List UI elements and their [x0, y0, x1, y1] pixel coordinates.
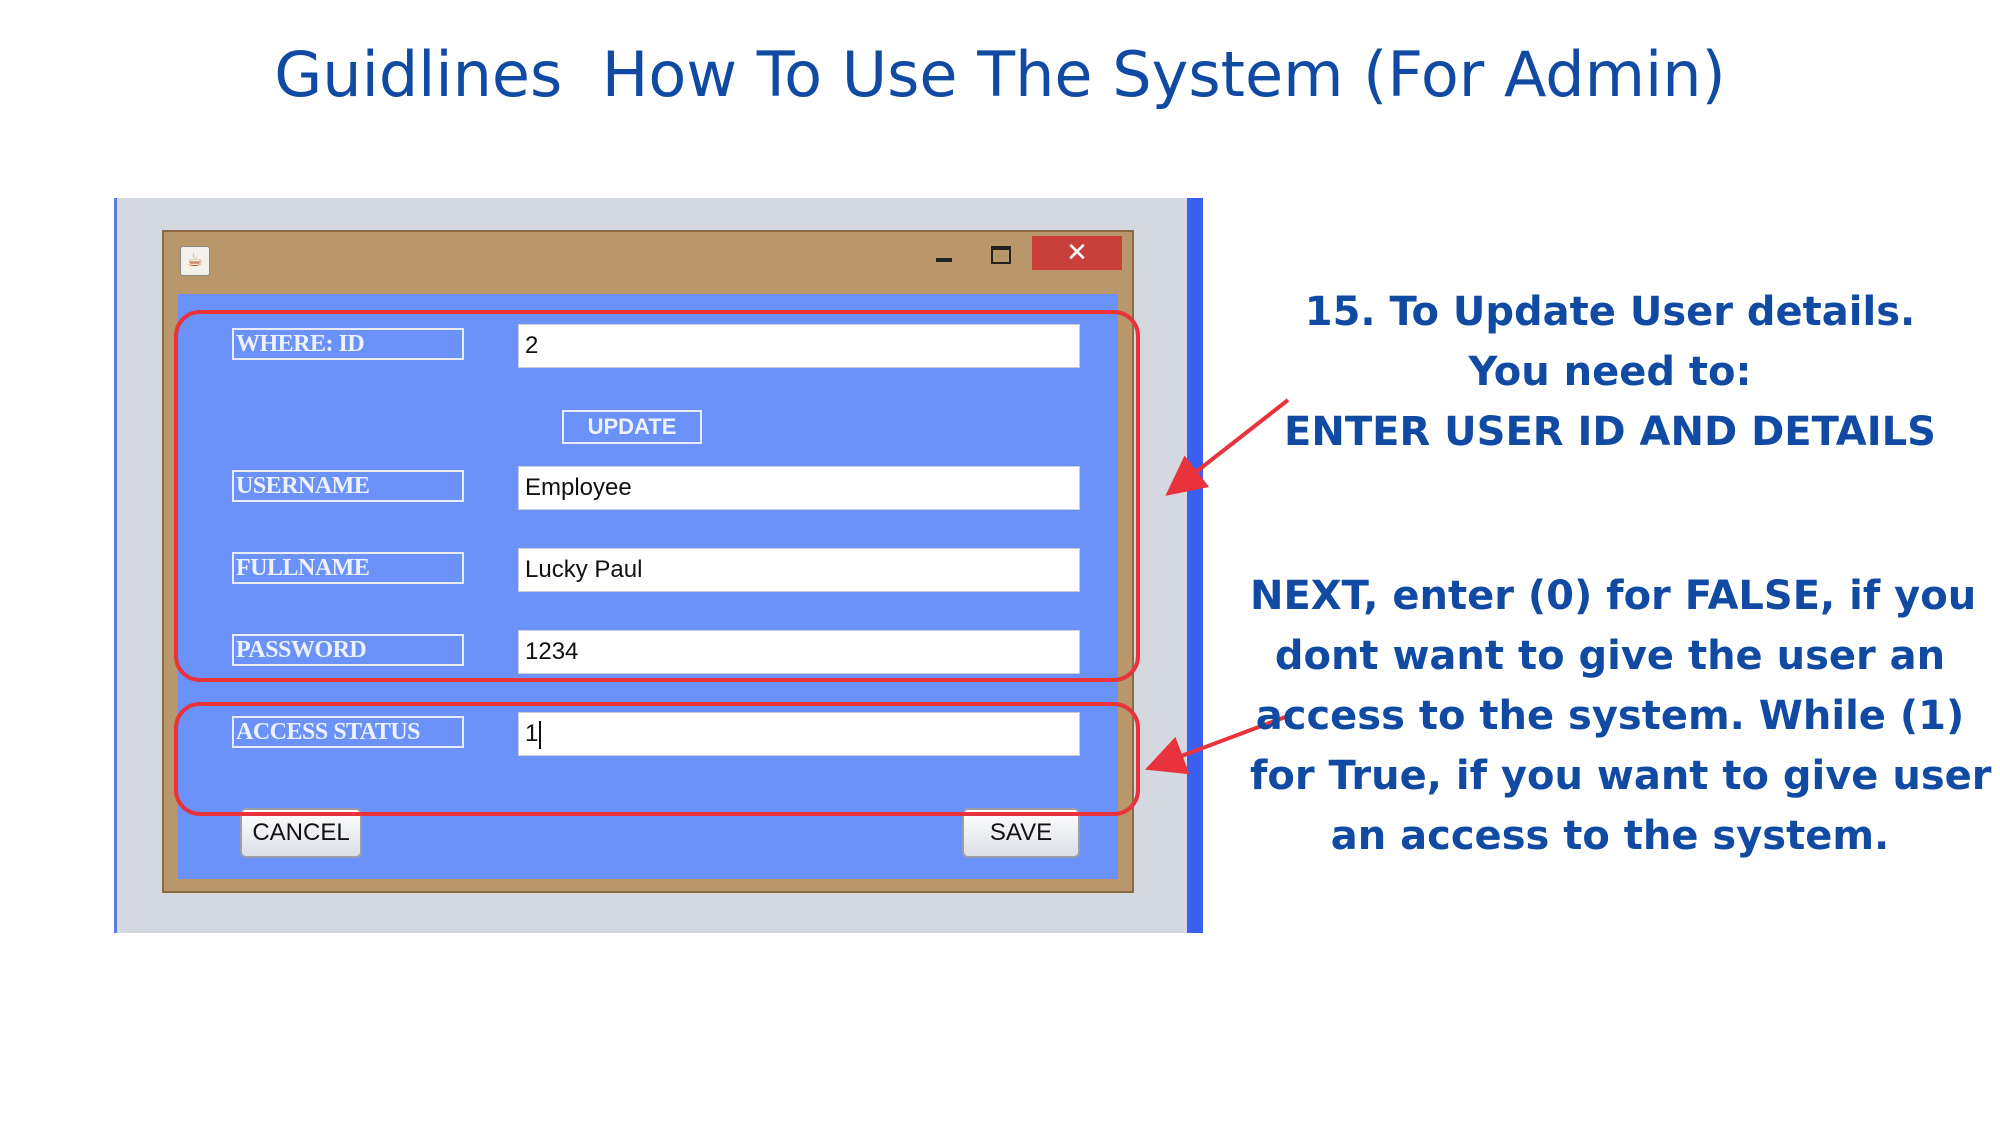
step-line-2: You need to:	[1468, 349, 1752, 395]
step-line-1: 15. To Update User details.	[1304, 289, 1916, 335]
access-line-2: dont want to give the user an	[1274, 633, 1946, 679]
annotation-arrows	[1145, 398, 1290, 775]
step-line-3: ENTER USER ID AND DETAILS	[1284, 409, 1936, 455]
access-line-1: NEXT, enter (0) for FALSE, if you	[1250, 573, 1977, 619]
step-instruction: 15. To Update User details. You need to:…	[1250, 282, 1970, 462]
access-line-3: access to the system. While (1)	[1255, 693, 1965, 739]
access-line-4: for True, if you want to give user	[1250, 753, 1992, 799]
access-line-5: an access to the system.	[1330, 813, 1890, 859]
access-instruction: NEXT, enter (0) for FALSE, if you dont w…	[1250, 566, 1992, 866]
